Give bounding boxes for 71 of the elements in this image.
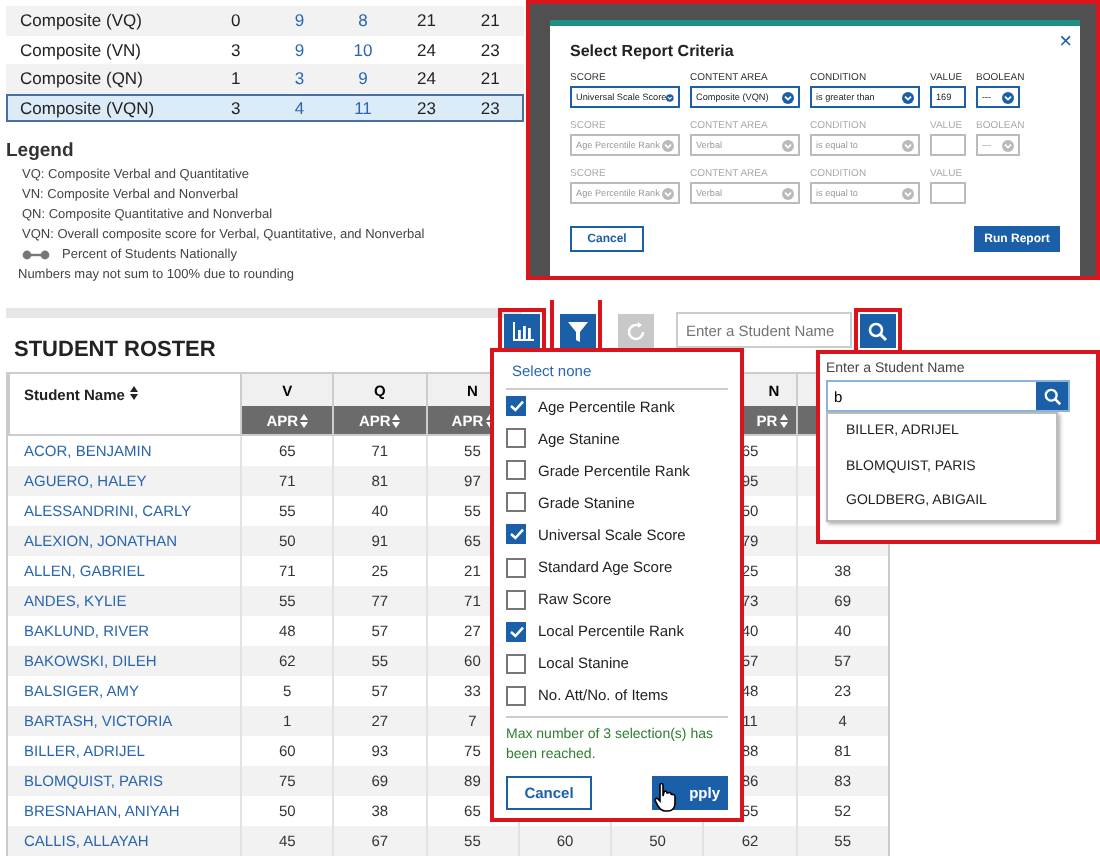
value-field[interactable]: [930, 134, 966, 156]
table-cell-text: 23: [415, 97, 439, 118]
checkbox[interactable]: [506, 524, 526, 545]
table-cell-text: 24: [415, 39, 439, 60]
table-cell-text: 9: [356, 68, 370, 89]
row-label: Composite (QN): [18, 68, 145, 89]
search-button[interactable]: [1036, 382, 1068, 410]
chevron-down-icon: [782, 139, 794, 151]
table-cell-text: 1: [229, 68, 243, 89]
table-cell-text: 9: [292, 10, 307, 31]
summary-row[interactable]: Composite (VQ) 0 9 8 21 21: [6, 6, 524, 35]
chevron-down-icon: [902, 187, 914, 199]
table-cell-text: 3: [292, 68, 307, 89]
row-label: Composite (VQN): [18, 97, 157, 118]
table-cell-text: 21: [415, 10, 439, 31]
chevron-down-icon: [1002, 91, 1014, 103]
table-cell-text: 0: [229, 10, 243, 31]
dialog-title: Select Report Criteria: [570, 42, 736, 60]
filter-icon: [568, 321, 588, 341]
chevron-down-icon: [902, 139, 914, 151]
search-icon: [1043, 387, 1061, 405]
checkbox[interactable]: [506, 460, 526, 481]
chevron-down-icon: [782, 91, 794, 103]
checkbox[interactable]: [506, 621, 526, 642]
row-label: Composite (VN): [18, 39, 143, 60]
filter-button[interactable]: [560, 314, 596, 348]
checkbox[interactable]: [506, 428, 526, 449]
chart-button[interactable]: [504, 314, 540, 348]
chevron-down-icon: [782, 187, 794, 199]
check-icon: [509, 400, 523, 413]
checkbox[interactable]: [506, 653, 526, 674]
table-cell-text: 23: [478, 97, 502, 118]
bar-chart-icon: [511, 321, 533, 341]
table-cell-text: 21: [478, 10, 502, 31]
checkbox[interactable]: [506, 557, 526, 578]
legend-title: Legend: [6, 140, 76, 162]
roster-title: STUDENT ROSTER: [14, 338, 218, 362]
chevron-down-icon: [1002, 139, 1014, 151]
summary-row[interactable]: Composite (VQN) 3 4 11 23 23: [6, 93, 524, 122]
close-button[interactable]: ×: [1059, 32, 1072, 54]
search-icon: [868, 321, 888, 341]
checkbox[interactable]: [506, 396, 526, 417]
hand-cursor-icon: [654, 781, 676, 812]
table-cell-text: 23: [478, 39, 502, 60]
row-label: Composite (VQ): [18, 10, 144, 31]
chevron-down-icon: [662, 187, 674, 199]
table-cell-text: 21: [478, 68, 502, 89]
chevron-down-icon: [902, 91, 914, 103]
search-button[interactable]: [860, 314, 896, 348]
table-cell-text: 9: [292, 39, 307, 60]
table-cell-text: 8: [356, 10, 370, 31]
summary-row[interactable]: Composite (VN) 3 9 10 24 23: [6, 35, 524, 64]
check-icon: [509, 625, 523, 638]
value-field[interactable]: [930, 182, 966, 204]
sort-icon[interactable]: [129, 386, 138, 400]
table-cell-text: 11: [352, 97, 374, 118]
table-cell-text: 3: [229, 97, 243, 118]
table-cell-text: 4: [292, 97, 307, 118]
refresh-icon: [626, 321, 646, 341]
table-cell-text: 10: [351, 39, 375, 60]
check-icon: [509, 528, 523, 541]
dot-line-icon: [22, 250, 50, 260]
table-cell-text: 3: [229, 39, 243, 60]
table-cell-text: 24: [415, 68, 439, 89]
checkbox[interactable]: [506, 685, 526, 706]
checkbox[interactable]: [506, 589, 526, 610]
chevron-down-icon: [662, 139, 674, 151]
chevron-down-icon: [666, 91, 674, 103]
summary-row[interactable]: Composite (QN) 1 3 9 24 21: [6, 64, 524, 93]
checkbox[interactable]: [506, 492, 526, 513]
scrollbar[interactable]: [6, 308, 522, 318]
